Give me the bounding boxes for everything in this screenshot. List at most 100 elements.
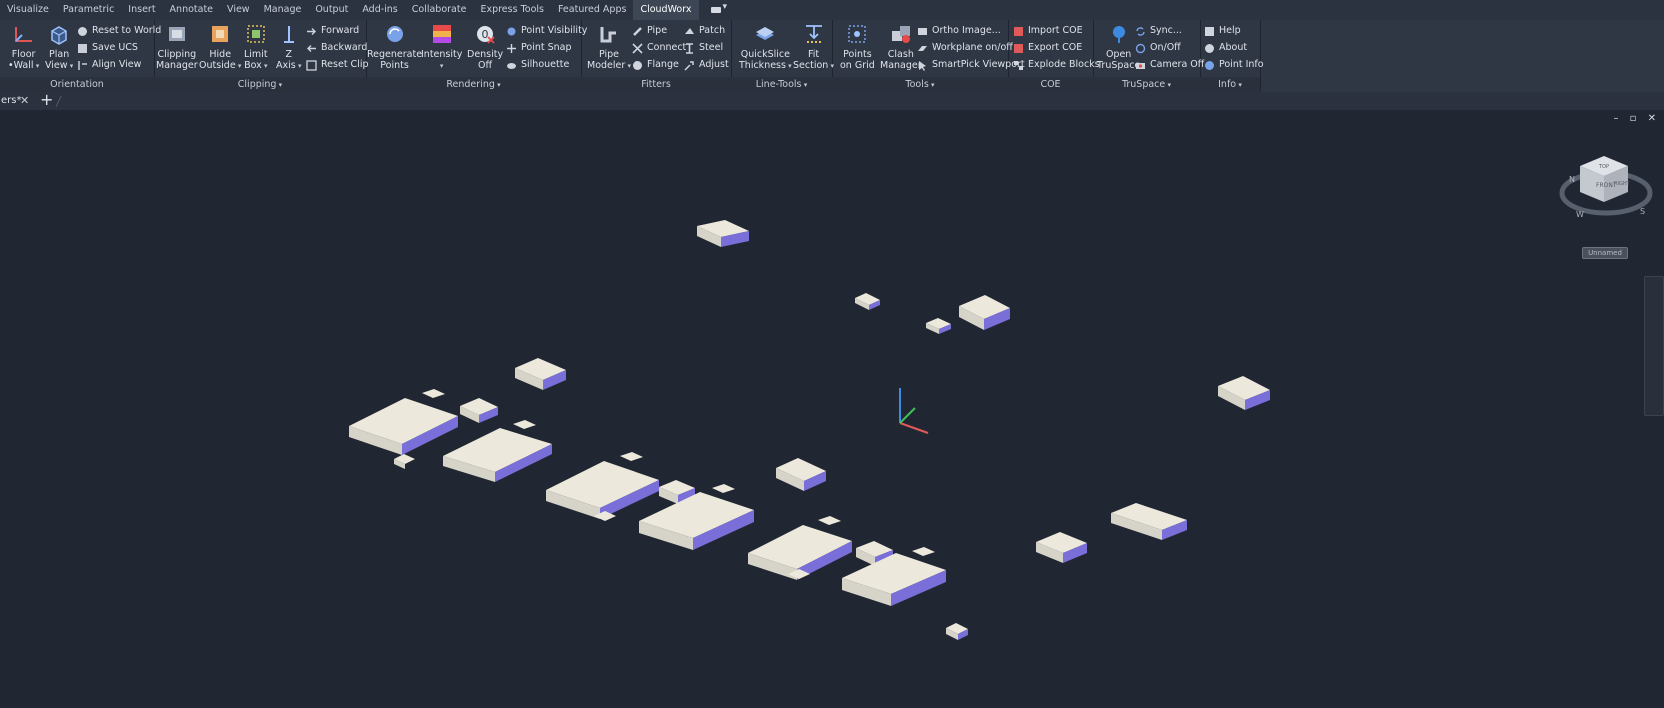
scene-box xyxy=(959,295,1010,330)
new-tab-button[interactable]: + xyxy=(40,90,53,109)
patch-icon xyxy=(684,26,695,37)
compass-n-label: N xyxy=(1569,175,1575,184)
scene-box xyxy=(1218,376,1270,410)
patch-button[interactable]: Patch xyxy=(684,24,725,38)
scene-box xyxy=(776,458,826,491)
z-axis-icon xyxy=(278,23,300,45)
tab-express-tools[interactable]: Express Tools xyxy=(473,0,551,20)
regenerate-points-button[interactable]: Regenerate Points xyxy=(367,23,422,71)
navigation-bar[interactable] xyxy=(1644,276,1664,416)
align-view-button[interactable]: Align View xyxy=(77,58,141,72)
floor-wall-button[interactable]: Floor •Wall ▾ xyxy=(8,23,39,72)
clipping-manager-icon xyxy=(166,23,188,45)
flange-button[interactable]: Flange xyxy=(632,58,679,72)
adjust-button[interactable]: Adjust xyxy=(684,58,729,72)
sync-button[interactable]: Sync... xyxy=(1135,24,1182,38)
point-visibility-icon xyxy=(506,26,517,37)
scene-slab xyxy=(748,516,852,580)
workspace-switch-icon[interactable] xyxy=(709,2,729,15)
point-info-button[interactable]: Point Info xyxy=(1204,58,1264,72)
quickslice-thickness-button[interactable]: QuickSlice Thickness ▾ xyxy=(739,23,792,72)
forward-icon xyxy=(306,26,317,37)
tab-insert[interactable]: Insert xyxy=(121,0,162,20)
truspace-onoff-button[interactable]: On/Off xyxy=(1135,41,1181,55)
limit-box-button[interactable]: Limit Box ▾ xyxy=(244,23,268,72)
density-off-button[interactable]: 0 Density Off xyxy=(467,23,503,71)
reset-to-world-button[interactable]: Reset to World xyxy=(77,24,161,38)
workplane-onoff-button[interactable]: Workplane on/off xyxy=(917,41,1013,55)
connect-button[interactable]: Connect xyxy=(632,41,686,55)
point-visibility-button[interactable]: Point Visibility xyxy=(506,24,587,38)
silhouette-button[interactable]: Silhouette xyxy=(506,58,569,72)
tab-view[interactable]: View xyxy=(220,0,257,20)
panel-title-coe: COE xyxy=(1008,77,1093,92)
reset-clip-button[interactable]: Reset Clip xyxy=(306,58,369,72)
regenerate-points-icon xyxy=(384,23,406,45)
tab-annotate[interactable]: Annotate xyxy=(163,0,220,20)
viewcube[interactable]: FRONT TOP RIGHT N W S xyxy=(1559,156,1653,219)
adjust-icon xyxy=(684,60,695,71)
tab-parametric[interactable]: Parametric xyxy=(56,0,121,20)
fit-section-button[interactable]: Fit Section ▾ xyxy=(793,23,834,72)
tab-divider xyxy=(55,96,62,107)
viewcube-right-label: RIGHT xyxy=(1614,181,1631,187)
scene-box xyxy=(1036,532,1087,563)
about-button[interactable]: About xyxy=(1204,41,1247,55)
fit-section-icon xyxy=(803,23,825,45)
tab-output[interactable]: Output xyxy=(308,0,355,20)
save-ucs-button[interactable]: Save UCS xyxy=(77,41,138,55)
panel-title-orientation: Orientation xyxy=(0,77,154,92)
clash-manager-icon xyxy=(890,23,912,45)
ribbon-tab-bar: Visualize Parametric Insert Annotate Vie… xyxy=(0,0,1664,20)
forward-button[interactable]: Forward xyxy=(306,24,359,38)
scene-box xyxy=(697,220,749,247)
ucs-icon xyxy=(899,388,929,434)
clipping-manager-button[interactable]: Clipping Manager xyxy=(156,23,198,71)
panel-coe: Import COE Export COE Explode Blocks COE xyxy=(1008,20,1100,92)
scene-box xyxy=(855,293,880,310)
pipe-button[interactable]: Pipe xyxy=(632,24,667,38)
points-on-grid-button[interactable]: Points on Grid xyxy=(840,23,875,71)
steel-button[interactable]: Steel xyxy=(684,41,723,55)
open-truspace-button[interactable]: Open TruSpace xyxy=(1097,23,1140,71)
help-button[interactable]: Help xyxy=(1204,24,1241,38)
point-snap-button[interactable]: Point Snap xyxy=(506,41,572,55)
smartpick-icon xyxy=(917,60,928,71)
document-tab-bar: ers* ✕ + xyxy=(0,90,1664,111)
reset-clip-icon xyxy=(306,59,317,71)
tab-cloudworx[interactable]: CloudWorx xyxy=(633,0,699,20)
tab-visualize[interactable]: Visualize xyxy=(0,0,56,20)
import-coe-button[interactable]: Import COE xyxy=(1013,24,1083,38)
tab-collaborate[interactable]: Collaborate xyxy=(405,0,474,20)
camera-off-button[interactable]: Camera Off xyxy=(1135,58,1204,72)
named-view-dropdown[interactable]: Unnamed xyxy=(1582,247,1628,259)
drawing-viewport[interactable]: – ▫ ✕ FRONT TOP RIGHT N W S Unnamed xyxy=(0,110,1664,708)
hide-outside-icon xyxy=(209,23,231,45)
ortho-image-button[interactable]: Ortho Image... xyxy=(917,24,1001,38)
backward-button[interactable]: Backward xyxy=(306,41,367,55)
panel-title-info: Info ▾ xyxy=(1200,77,1260,92)
scene-slab xyxy=(349,389,458,469)
close-tab-icon[interactable]: ✕ xyxy=(20,92,29,110)
tab-add-ins[interactable]: Add-ins xyxy=(355,0,404,20)
panel-tools: Points on Grid Clash Manager Ortho Image… xyxy=(832,20,1025,92)
pipe-modeler-icon xyxy=(598,23,620,45)
panel-title-clipping: Clipping ▾ xyxy=(154,77,366,92)
tab-featured-apps[interactable]: Featured Apps xyxy=(551,0,633,20)
clash-manager-button[interactable]: Clash Manager xyxy=(880,23,922,71)
truspace-icon xyxy=(1108,23,1130,45)
pipe-modeler-button[interactable]: Pipe Modeler ▾ xyxy=(587,23,631,72)
intensity-button[interactable]: Intensity ▾ xyxy=(421,23,462,72)
document-tab[interactable]: ers* xyxy=(0,92,21,110)
viewcube-top-label: TOP xyxy=(1598,164,1609,170)
import-coe-icon xyxy=(1013,26,1024,37)
panel-line-tools: QuickSlice Thickness ▾ Fit Section ▾ Lin… xyxy=(731,20,834,92)
z-axis-button[interactable]: Z Axis ▾ xyxy=(276,23,301,72)
ortho-image-icon xyxy=(917,26,928,37)
export-coe-button[interactable]: Export COE xyxy=(1013,41,1082,55)
explode-blocks-button[interactable]: Explode Blocks xyxy=(1013,58,1100,72)
tab-manage[interactable]: Manage xyxy=(257,0,309,20)
hide-outside-button[interactable]: Hide Outside ▾ xyxy=(199,23,241,72)
camera-icon xyxy=(1135,60,1146,71)
plan-view-button[interactable]: Plan View ▾ xyxy=(45,23,73,72)
